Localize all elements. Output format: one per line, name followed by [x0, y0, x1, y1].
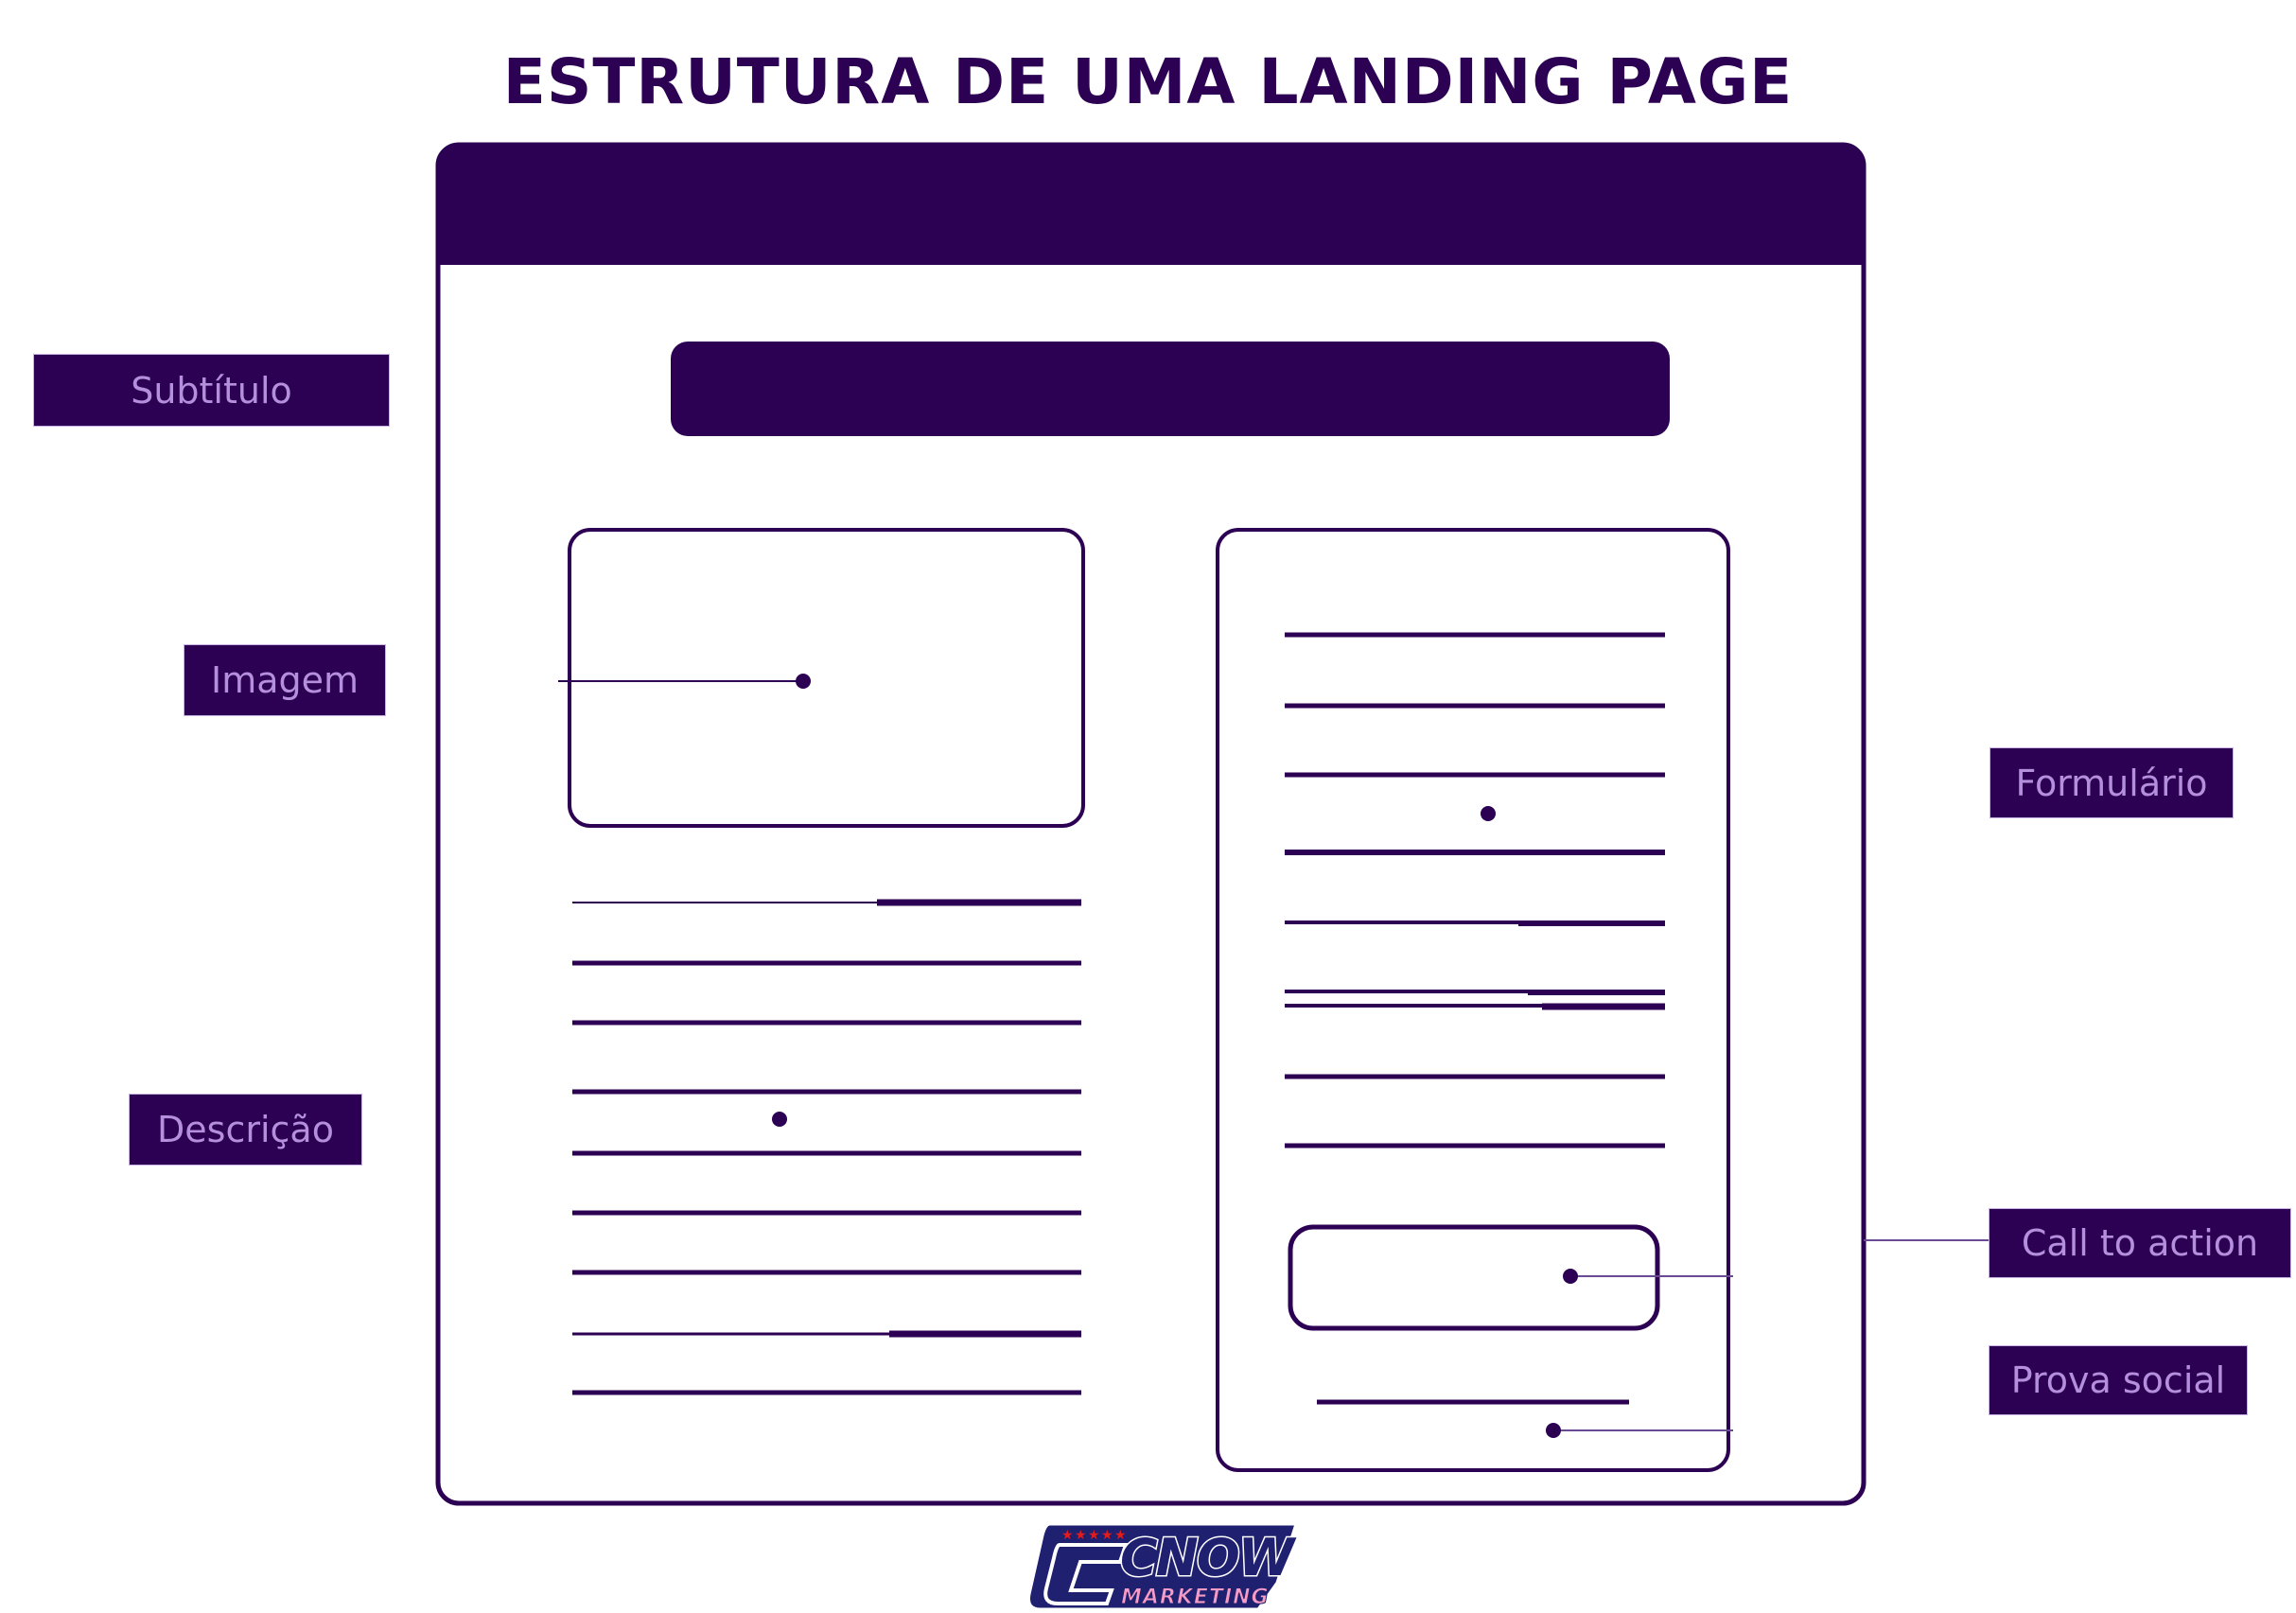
- form-marker-dot: [1481, 806, 1496, 821]
- cnow-marketing-logo: ★ ★ ★ ★ ★ CNOW MARKETING: [1027, 1522, 1300, 1611]
- social-proof-marker-dot: [1546, 1423, 1561, 1438]
- logo-star-icon: ★: [1061, 1528, 1074, 1543]
- browser-header-bar: [438, 145, 1864, 265]
- image-marker-dot: [796, 674, 811, 689]
- logo-star-icon: ★: [1088, 1528, 1100, 1543]
- label-imagem: Imagem: [184, 645, 385, 715]
- label-call-to-action: Call to action: [1989, 1209, 2290, 1277]
- logo-star-icon: ★: [1075, 1528, 1087, 1543]
- label-prova-social: Prova social: [1989, 1346, 2247, 1414]
- cta-marker-dot: [1563, 1269, 1578, 1284]
- logo-stars: ★ ★ ★ ★ ★: [1061, 1528, 1127, 1543]
- landing-page-wireframe: [435, 142, 1989, 1506]
- label-subtitulo: Subtítulo: [34, 355, 389, 426]
- logo-wordmark: CNOW: [1120, 1528, 1297, 1587]
- label-formulario: Formulário: [1990, 748, 2233, 817]
- description-marker-dot: [772, 1112, 787, 1127]
- logo-subtitle: MARKETING: [1121, 1586, 1270, 1609]
- label-descricao: Descrição: [130, 1095, 361, 1165]
- logo-star-icon: ★: [1101, 1528, 1113, 1543]
- subtitle-bar: [671, 342, 1670, 436]
